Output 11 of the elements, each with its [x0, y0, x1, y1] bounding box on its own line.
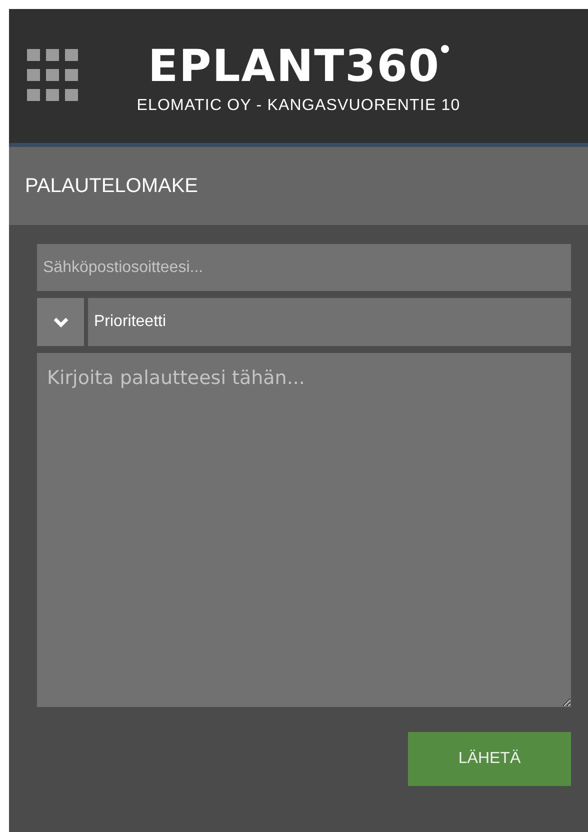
feedback-field[interactable]: Kirjoita palautteesi tähän...: [37, 353, 571, 707]
dropdown-toggle[interactable]: [37, 298, 84, 346]
logo: EPLANT360: [148, 43, 440, 91]
priority-select[interactable]: Prioriteetti: [88, 298, 571, 346]
logo-dot-icon: [441, 45, 450, 53]
email-field[interactable]: Sähköpostiosoitteesi...: [37, 244, 571, 291]
page-title: PALAUTELOMAKE: [25, 174, 198, 198]
company-address: ELOMATIC OY - KANGASVUORENTIE 10: [136, 97, 460, 115]
send-button[interactable]: LÄHETÄ: [408, 732, 571, 786]
chevron-down-icon: [52, 316, 68, 328]
app-grid-icon[interactable]: [27, 49, 79, 101]
